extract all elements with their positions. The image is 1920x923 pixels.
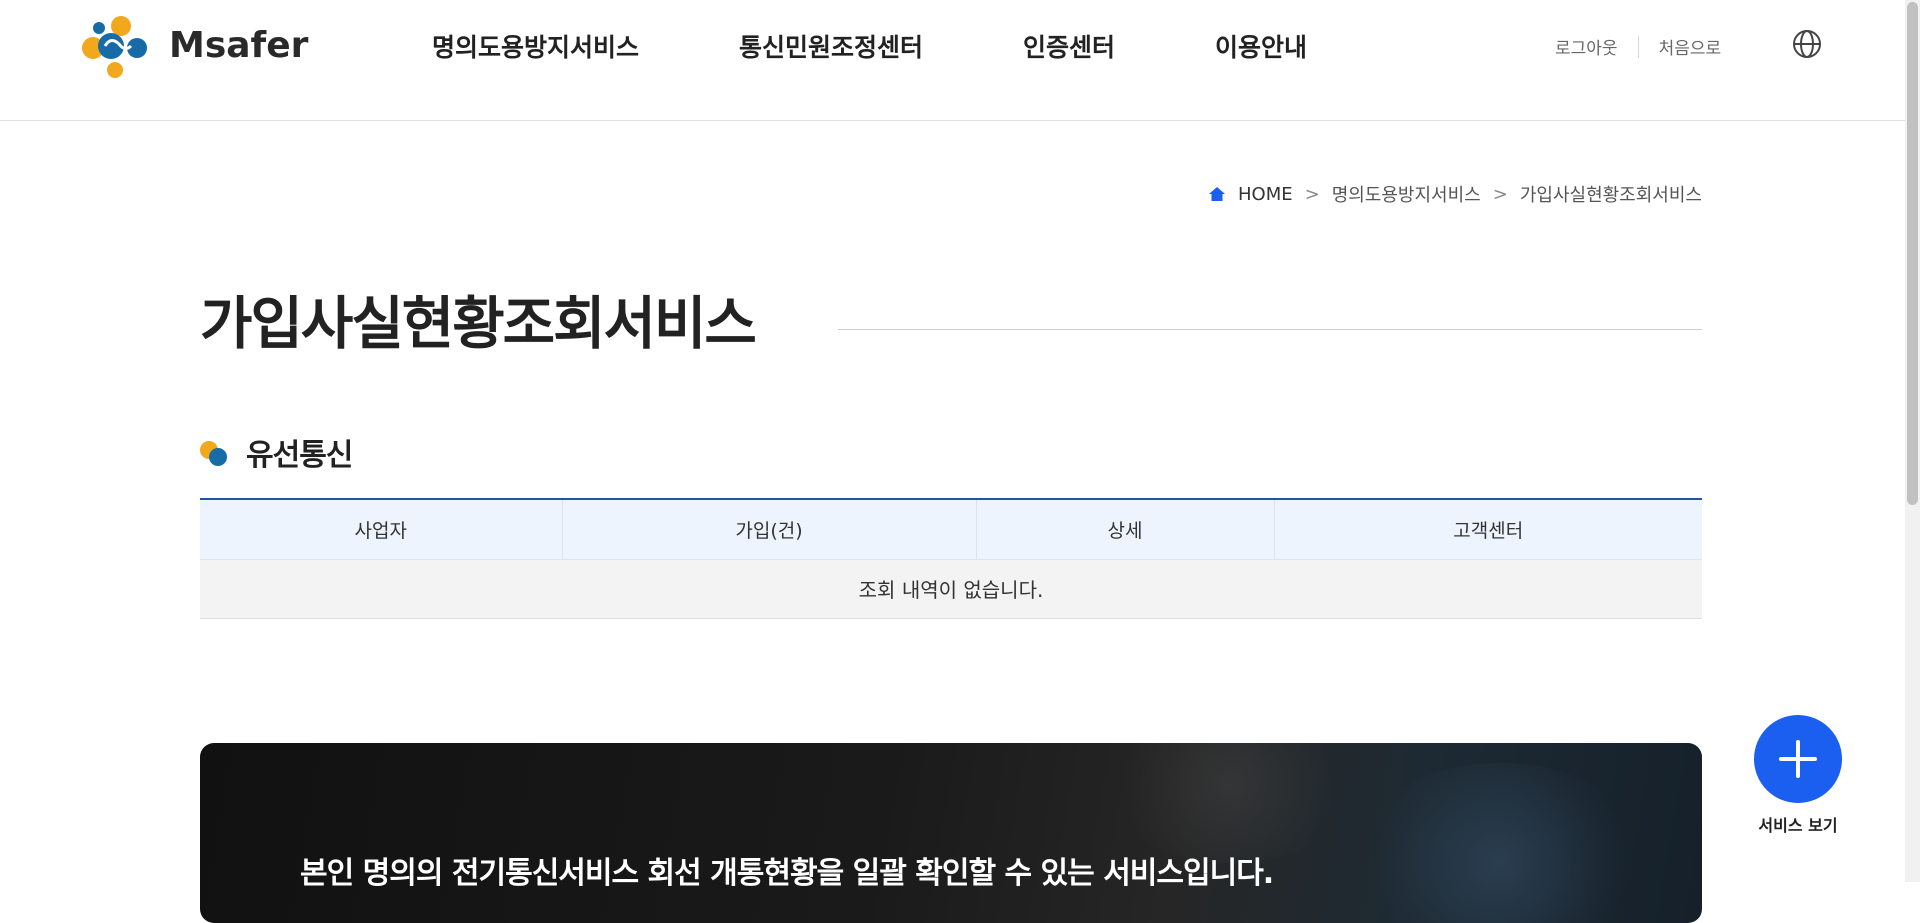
view-services-label[interactable]: 서비스 보기: [1738, 812, 1858, 836]
banner-background: [1350, 763, 1650, 923]
site-logo[interactable]: Msafer: [75, 14, 308, 78]
service-banner: 본인 명의의 전기통신서비스 회선 개통현황을 일괄 확인할 수 있는 서비스입…: [200, 743, 1702, 923]
section-title: 유선통신: [246, 438, 353, 473]
main-nav: 명의도용방지서비스 통신민원조정센터 인증센터 이용안내: [432, 28, 1407, 64]
nav-item-telecom-complaint-center[interactable]: 통신민원조정센터: [739, 28, 923, 64]
nav-item-identity-theft-prevention[interactable]: 명의도용방지서비스: [432, 28, 639, 64]
column-header-provider: 사업자: [200, 499, 563, 560]
section-bullet-icon: [200, 437, 228, 467]
msafer-logo-icon: [82, 16, 147, 78]
utility-divider: [1637, 35, 1639, 58]
page-title: 가입사실현황조회서비스: [200, 291, 757, 357]
column-header-detail: 상세: [976, 499, 1275, 560]
nav-item-certification-center[interactable]: 인증센터: [1023, 28, 1115, 64]
column-header-subscriptions: 가입(건): [562, 499, 977, 560]
title-divider: [838, 329, 1702, 330]
breadcrumb-separator: >: [1492, 183, 1508, 205]
nav-item-guide[interactable]: 이용안내: [1215, 28, 1307, 64]
table-header-row: 사업자 가입(건) 상세 고객센터: [200, 499, 1702, 560]
subscription-table: 사업자 가입(건) 상세 고객센터 조회 내역이 없습니다.: [200, 498, 1702, 619]
breadcrumb-separator: >: [1304, 183, 1320, 205]
banner-background: [1100, 743, 1360, 863]
view-services-button[interactable]: [1754, 715, 1842, 803]
breadcrumb: HOME > 명의도용방지서비스 > 가입사실현황조회서비스: [1208, 181, 1702, 207]
breadcrumb-item-service[interactable]: 명의도용방지서비스: [1332, 181, 1481, 207]
column-header-customer-center: 고객센터: [1274, 499, 1702, 560]
globe-icon[interactable]: [1792, 29, 1822, 59]
breadcrumb-item-current: 가입사실현황조회서비스: [1519, 185, 1702, 206]
banner-text: 본인 명의의 전기통신서비스 회선 개통현황을 일괄 확인할 수 있는 서비스입…: [300, 856, 1274, 891]
scrollbar-thumb[interactable]: [1907, 2, 1918, 505]
home-icon: [1208, 187, 1225, 201]
plus-icon: [1779, 740, 1817, 778]
empty-message: 조회 내역이 없습니다.: [200, 559, 1702, 619]
site-header: Msafer 명의도용방지서비스 통신민원조정센터 인증센터 이용안내 로그아웃…: [0, 0, 1905, 121]
logo-text: Msafer: [169, 25, 309, 66]
utility-links: 로그아웃 처음으로: [1555, 34, 1721, 59]
section-heading: 유선통신: [200, 430, 353, 474]
table-row: 조회 내역이 없습니다.: [200, 559, 1702, 619]
breadcrumb-home[interactable]: HOME: [1238, 184, 1293, 205]
home-link[interactable]: 처음으로: [1659, 34, 1722, 59]
logout-link[interactable]: 로그아웃: [1555, 34, 1618, 59]
